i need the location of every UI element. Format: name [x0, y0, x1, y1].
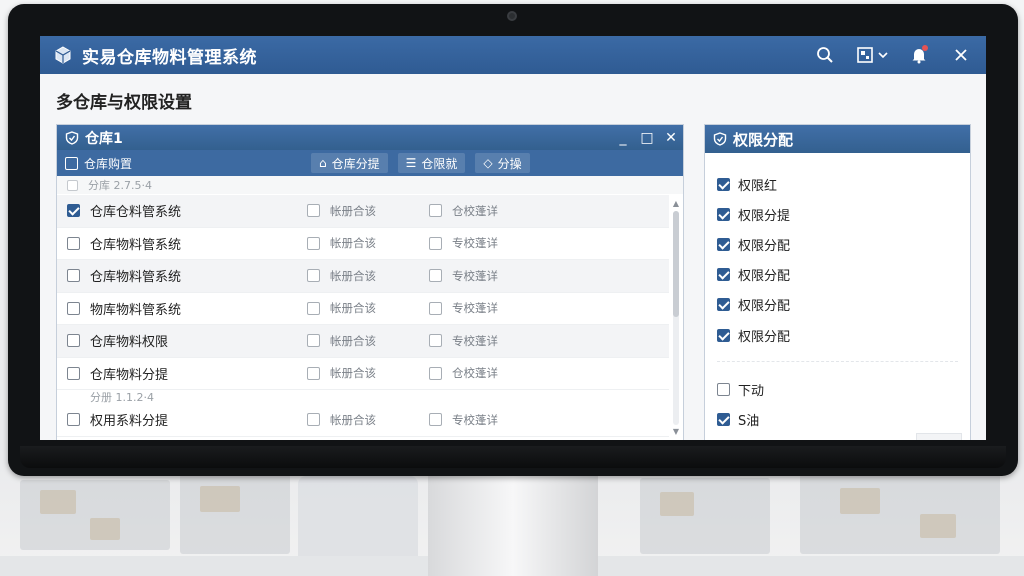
list-scrollbar[interactable]: ▲ ▼ [671, 199, 681, 437]
row-checkbox-3[interactable] [429, 236, 442, 250]
warehouse-panel: 仓库1 _ □ ✕ 仓库购置 ⌂ 仓库分提 ☰ 仓限就 ◇ 分操 分库 2.7.… [56, 124, 684, 440]
page-title: 多仓库与权限设置 [56, 93, 192, 113]
row-checkbox-2[interactable] [307, 334, 320, 348]
permission-item[interactable]: 权限分提 [717, 199, 970, 229]
table-row[interactable]: 仓库物料分提 帐册合该 仓校蓬详 [57, 358, 669, 390]
row-checkbox-3[interactable] [429, 366, 442, 380]
ghost-row-mid: 分册 1.1.2·4 [57, 390, 669, 404]
close-icon[interactable] [946, 40, 976, 70]
row-checkbox[interactable] [67, 413, 80, 427]
permission-item[interactable]: 权限分配 [717, 229, 970, 259]
app-title-bar: 实易仓库物料管理系统 [40, 36, 986, 74]
row-checkbox-2[interactable] [307, 366, 320, 380]
scroll-thumb[interactable] [673, 211, 679, 317]
row-checkbox[interactable] [67, 334, 80, 348]
divider [717, 350, 958, 363]
warehouse-list: 仓库仓料管系统 帐册合该 仓校蓬详 仓库物料管系统 帐册合该 专校蓬详 仓库物料… [57, 195, 669, 437]
home-icon: ⌂ [319, 156, 327, 170]
cube-logo-icon [52, 44, 74, 66]
monitor-stand [428, 476, 598, 576]
permission-checkbox[interactable] [717, 298, 730, 312]
scroll-up-icon[interactable]: ▲ [671, 199, 681, 209]
row-name: 仓库物料权限 [90, 335, 169, 351]
table-row[interactable]: 权用系料分提 帐册合该 专校蓬详 [57, 404, 669, 437]
row-checkbox[interactable] [67, 301, 80, 315]
table-row[interactable]: 仓库仓料管系统 帐册合该 仓校蓬详 [57, 195, 669, 228]
maximize-button[interactable]: □ [635, 130, 659, 146]
notification-badge [922, 45, 928, 51]
permission-item[interactable]: 权限分配 [717, 320, 970, 350]
row-checkbox[interactable] [67, 204, 80, 218]
shield-icon [65, 130, 79, 145]
row-checkbox-2[interactable] [307, 204, 320, 218]
scroll-down-icon[interactable]: ▼ [671, 427, 681, 437]
ghost-row-top: 分库 2.7.5·4 [57, 176, 683, 194]
app-window: 实易仓库物料管理系统 多仓库与权限设置 仓库1 _ □ ✕ 仓库购置 ⌂ 仓库分… [40, 36, 986, 440]
row-checkbox[interactable] [67, 236, 80, 250]
select-all-label: 仓库购置 [84, 156, 133, 171]
select-all-checkbox[interactable] [65, 156, 78, 170]
row-name: 仓库物料分提 [90, 367, 169, 383]
row-checkbox[interactable] [67, 269, 80, 283]
warehouse-toolbar: 仓库购置 ⌂ 仓库分提 ☰ 仓限就 ◇ 分操 [57, 150, 683, 176]
row-checkbox-3[interactable] [429, 204, 442, 218]
permission-checkbox[interactable] [717, 177, 730, 191]
row-checkbox-3[interactable] [429, 413, 442, 427]
permission-item[interactable]: 权限红 [717, 169, 970, 199]
table-row[interactable]: 仓库物料管系统 帐册合该 专校蓬详 [57, 260, 669, 293]
warehouse-split-button[interactable]: ⌂ 仓库分提 [311, 153, 388, 173]
row-name: 仓库物料管系统 [90, 237, 182, 253]
monitor-bezel [20, 446, 1006, 468]
row-checkbox-2[interactable] [307, 236, 320, 250]
chevron-down-icon [878, 52, 888, 59]
permission-checkbox[interactable] [717, 268, 730, 282]
row-checkbox-2[interactable] [307, 269, 320, 283]
row-name: 仓库物料管系统 [90, 270, 182, 286]
search-icon[interactable] [810, 40, 840, 70]
permission-checkbox[interactable] [717, 412, 730, 426]
permission-panel-title: 权限分配 [733, 130, 794, 149]
row-name: 物库物料管系统 [90, 302, 182, 318]
extra-permission-item[interactable]: S油 [717, 404, 970, 434]
permission-panel: 权限分配 权限红 权限分提 权限分配 权限分配 权限分配 权限分配 下动 S油 … [704, 124, 971, 440]
permission-item[interactable]: 权限分配 [717, 290, 970, 320]
permission-item[interactable]: 权限分配 [717, 260, 970, 290]
bell-icon[interactable] [904, 40, 934, 70]
table-row[interactable]: 仓库物料权限 帐册合该 专校蓬详 [57, 325, 669, 358]
operation-button[interactable]: ◇ 分操 [475, 153, 530, 173]
permission-checkbox[interactable] [717, 237, 730, 251]
shield-icon [713, 132, 727, 146]
permission-panel-header: 权限分配 [705, 125, 970, 153]
list-icon: ☰ [405, 156, 417, 170]
app-title: 实易仓库物料管理系统 [82, 47, 257, 68]
layout-icon[interactable] [852, 40, 892, 70]
row-checkbox[interactable] [67, 366, 80, 380]
row-checkbox-2[interactable] [307, 413, 320, 427]
tag-icon: ◇ [483, 156, 493, 170]
permission-input-box[interactable] [916, 433, 962, 440]
permission-checkbox[interactable] [717, 382, 730, 396]
webcam-icon [507, 11, 517, 21]
table-row[interactable]: 物库物料管系统 帐册合该 专校蓬详 [57, 293, 669, 325]
extra-permission-item[interactable]: 下动 [717, 374, 970, 404]
minimize-button[interactable]: _ [611, 130, 635, 146]
warehouse-panel-title: 仓库1 [85, 130, 123, 147]
permission-checkbox[interactable] [717, 328, 730, 342]
permission-checkbox[interactable] [717, 207, 730, 221]
warehouse-panel-header: 仓库1 _ □ ✕ [57, 125, 683, 150]
row-checkbox-3[interactable] [429, 269, 442, 283]
row-name: 仓库仓料管系统 [90, 205, 182, 221]
row-checkbox-3[interactable] [429, 301, 442, 315]
row-checkbox-2[interactable] [307, 301, 320, 315]
table-row[interactable]: 仓库物料管系统 帐册合该 专校蓬详 [57, 228, 669, 260]
row-name: 权用系料分提 [90, 414, 169, 430]
warehouse-limit-button[interactable]: ☰ 仓限就 [397, 153, 466, 173]
panel-close-button[interactable]: ✕ [659, 130, 683, 146]
row-checkbox-3[interactable] [429, 334, 442, 348]
